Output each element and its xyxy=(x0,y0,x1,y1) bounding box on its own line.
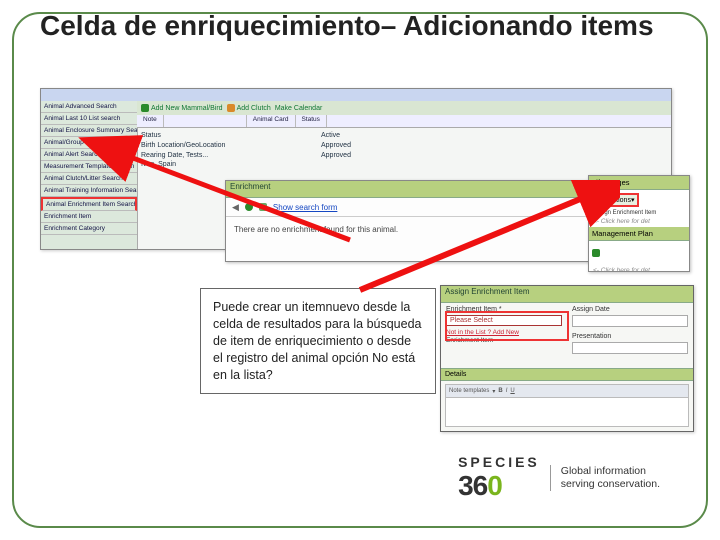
toolbar: Add New Mammal/Bird Add Clutch Make Cale… xyxy=(137,101,671,116)
tab[interactable] xyxy=(164,115,247,127)
assign-enrichment-dialog: Assign Enrichment Item Enrichment Item *… xyxy=(440,285,694,432)
species360-logo: SPECIES 360 Global informationserving co… xyxy=(458,454,660,502)
sidebar-item-enrichment-search[interactable]: Animal Enrichment Item Search xyxy=(41,197,137,211)
logo-360: 360 xyxy=(458,470,540,502)
plus-icon xyxy=(141,104,149,112)
plus-icon xyxy=(597,196,605,204)
refresh-icon[interactable] xyxy=(259,203,267,211)
plus-icon[interactable] xyxy=(592,249,600,257)
presentation-select[interactable] xyxy=(572,342,688,354)
no-results-message: There are no enrichment found for this a… xyxy=(226,217,596,242)
tab[interactable]: Note xyxy=(137,115,164,127)
hint-text: <- Click here for det xyxy=(589,265,689,276)
field-label: Presentation xyxy=(572,333,688,340)
right-panel: Life Stages Actions▾ Assign Enrichment I… xyxy=(588,175,690,272)
sidebar-item[interactable]: Animal Training Information Search xyxy=(41,185,137,197)
tab-row: Note Animal Card Status xyxy=(137,115,671,128)
enrichment-header: Enrichment xyxy=(226,181,596,198)
rich-text-editor[interactable]: Note templates ▾ B I U xyxy=(445,384,689,427)
life-stages-header: Life Stages xyxy=(589,176,689,190)
highlight-box xyxy=(445,311,569,341)
rte-toolbar: Note templates ▾ B I U xyxy=(446,385,688,398)
field-label: Assign Date xyxy=(572,306,688,313)
rte-templates[interactable]: Note templates xyxy=(449,388,489,394)
plus-icon xyxy=(227,104,235,112)
sidebar-item[interactable]: Animal Advanced Search xyxy=(41,101,137,113)
management-plan-header: Management Plan xyxy=(589,227,689,241)
details-header: Details xyxy=(441,368,693,381)
enrichment-panel: Enrichment ◀ Show search form There are … xyxy=(225,180,597,262)
left-sidebar: Animal Advanced Search Animal Last 10 Li… xyxy=(41,101,138,249)
sidebar-item[interactable]: Animal/Group Merge Split Search xyxy=(41,137,137,149)
sidebar-item[interactable]: Measurement Template Search xyxy=(41,161,137,173)
add-clutch-button[interactable]: Add Clutch xyxy=(227,104,271,112)
note-grid: Status Birth Location/GeoLocation Rearin… xyxy=(141,131,225,170)
hint-text: <- Click here for det xyxy=(589,216,689,227)
logo-brand: SPECIES xyxy=(458,454,540,470)
sidebar-item[interactable]: Enrichment Category xyxy=(41,223,137,235)
sidebar-item[interactable]: Animal Last 10 List search xyxy=(41,113,137,125)
sidebar-item[interactable]: Animal Enclosure Summary Search xyxy=(41,125,137,137)
show-search-link[interactable]: Show search form xyxy=(273,203,337,212)
dialog-header: Assign Enrichment Item xyxy=(441,286,693,303)
rte-btn[interactable]: ▾ xyxy=(492,388,495,395)
actions-dropdown[interactable]: Actions▾ xyxy=(592,193,639,207)
make-calendar-button[interactable]: Make Calendar xyxy=(275,105,322,112)
caption-box: Puede crear un itemnuevo desde la celda … xyxy=(200,288,436,394)
enrichment-toolbar: ◀ Show search form xyxy=(226,198,596,217)
logo-tagline: Global informationserving conservation. xyxy=(550,465,660,490)
note-grid-2: Active Approved Approved xyxy=(321,131,351,160)
italic-icon[interactable]: I xyxy=(506,388,508,394)
underline-icon[interactable]: U xyxy=(510,388,514,394)
bold-icon[interactable]: B xyxy=(498,388,502,394)
sidebar-item[interactable]: Enrichment Item xyxy=(41,211,137,223)
add-mammal-button[interactable]: Add New Mammal/Bird xyxy=(141,104,223,112)
chevron-left-icon[interactable]: ◀ xyxy=(232,202,239,213)
sidebar-item[interactable]: Animal Alert Search xyxy=(41,149,137,161)
sidebar-item[interactable]: Animal Clutch/Litter Search xyxy=(41,173,137,185)
slide-title: Celda de enriquecimiento– Adicionando it… xyxy=(40,10,690,42)
date-input[interactable] xyxy=(572,315,688,327)
tab[interactable]: Status xyxy=(296,115,327,127)
tab[interactable]: Animal Card xyxy=(247,115,296,127)
globe-icon[interactable] xyxy=(245,203,253,211)
